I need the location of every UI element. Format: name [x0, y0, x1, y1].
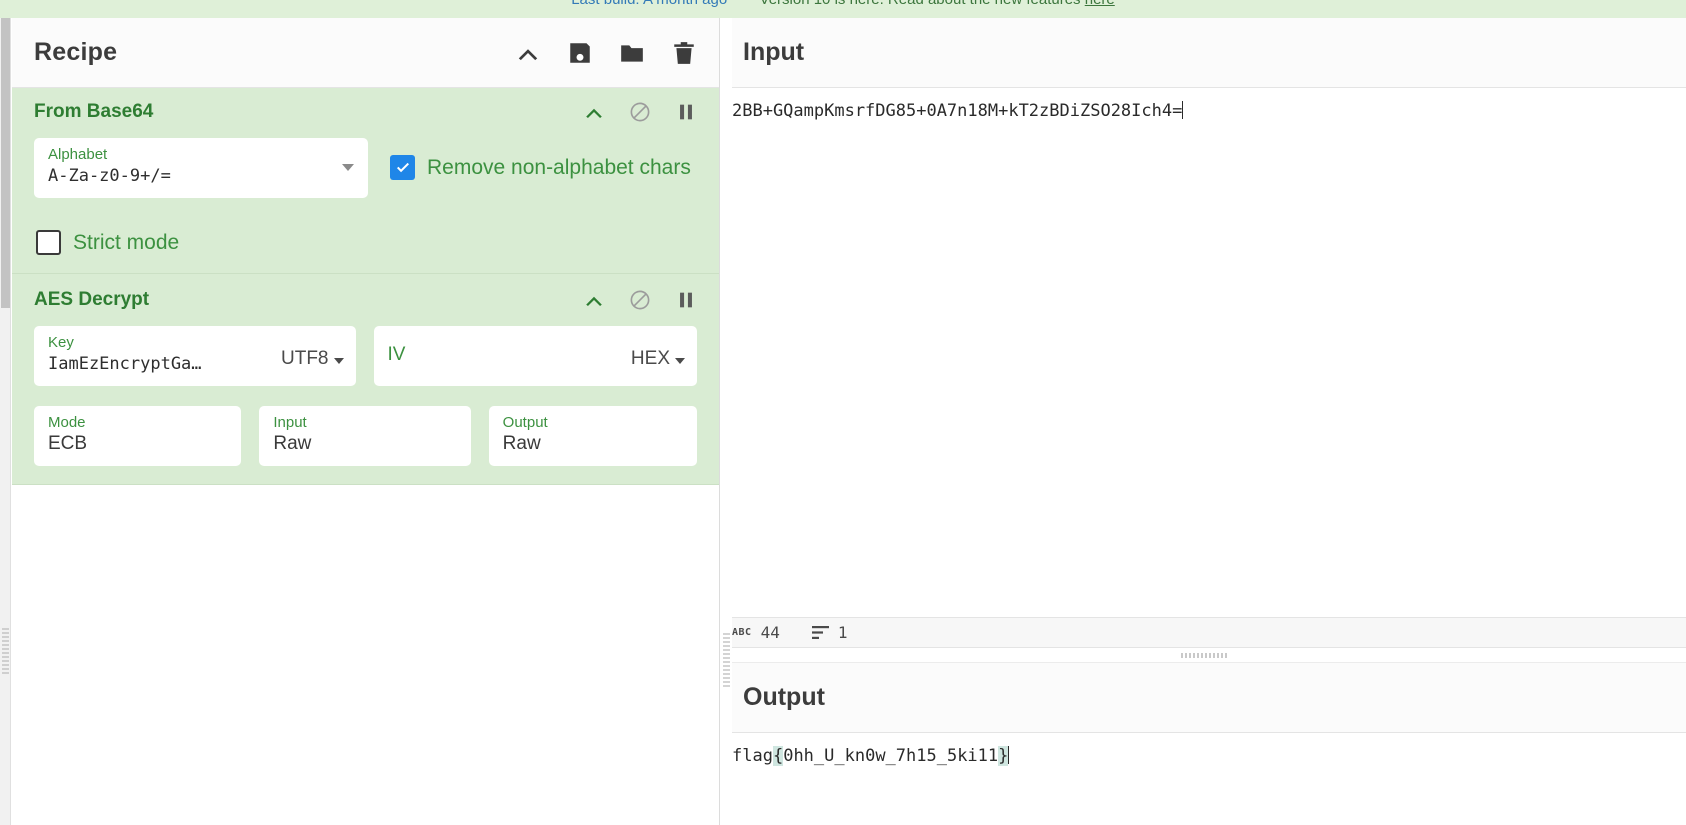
input-editor[interactable]: 2BB+GQampKmsrfDG85+0A7n18M+kT2zBDiZSO28I… [721, 88, 1686, 617]
operation-title: AES Decrypt [34, 289, 150, 310]
key-iv-row: Key IamEzEncryptGa… UTF8 IV HEX [34, 326, 697, 386]
input-value: 2BB+GQampKmsrfDG85+0A7n18M+kT2zBDiZSO28I… [732, 101, 1183, 121]
io-column: Input 2BB+GQampKmsrfDG85+0A7n18M+kT2zBDi… [721, 18, 1686, 825]
key-encoding-value: UTF8 [281, 348, 329, 369]
strict-mode-label: Strict mode [73, 230, 180, 254]
version-banner: Last build: A month ago Version 10 is he… [0, 0, 1686, 18]
checkbox-unchecked-icon[interactable] [36, 230, 61, 255]
chevron-down-icon [333, 357, 344, 364]
version-note-text: Version 10 is here. Read about the new f… [760, 0, 1081, 8]
input-length: 44 [760, 623, 780, 642]
remove-non-alphabet-checkbox[interactable]: Remove non-alphabet chars [390, 155, 691, 180]
chevron-up-icon[interactable] [583, 289, 605, 311]
output-open-brace: { [772, 746, 784, 766]
save-recipe-icon[interactable] [567, 40, 593, 66]
collapse-icon[interactable] [515, 40, 541, 66]
io-splitter[interactable] [721, 648, 1686, 662]
aes-input-label: Input [273, 414, 307, 431]
operations-scrollbar[interactable] [0, 18, 11, 825]
operation-body: Alphabet A-Za-z0-9+/= Remove non-alphabe… [12, 138, 719, 255]
alphabet-label: Alphabet [48, 146, 108, 163]
recipe-title: Recipe [34, 38, 118, 66]
io-resize-handle[interactable] [723, 633, 730, 687]
pause-icon[interactable] [675, 101, 697, 123]
strict-mode-checkbox[interactable]: Strict mode [36, 230, 697, 255]
input-lines: 1 [837, 623, 848, 642]
checkbox-checked-icon[interactable] [390, 155, 415, 180]
remove-non-alphabet-label: Remove non-alphabet chars [427, 155, 691, 179]
chevron-down-icon [675, 357, 685, 364]
mode-input-output-row: Mode ECB Input Raw Output Raw [34, 406, 697, 466]
key-field[interactable]: Key IamEzEncryptGa… UTF8 [34, 326, 356, 386]
alphabet-row: Alphabet A-Za-z0-9+/= Remove non-alphabe… [34, 138, 697, 198]
last-build-link[interactable]: Last build: A month ago [571, 0, 727, 8]
disable-circle-icon[interactable] [629, 101, 651, 123]
aes-output-value: Raw [502, 433, 541, 454]
operation-header: AES Decrypt [12, 274, 719, 326]
clear-recipe-icon[interactable] [671, 40, 697, 66]
iv-field[interactable]: IV HEX [373, 326, 697, 386]
input-status-bar: ABC 44 1 [721, 617, 1686, 648]
operation-from-base64[interactable]: From Base64 Alphabet A-Za-z0-9+/= Remove… [12, 88, 719, 274]
mode-label: Mode [48, 414, 86, 431]
abc-icon: ABC [732, 627, 752, 638]
iv-encoding-value: HEX [630, 348, 670, 369]
length-group: ABC 44 [732, 623, 780, 642]
chevron-down-icon[interactable] [342, 164, 354, 171]
splitter-grip[interactable] [1180, 653, 1227, 658]
output-close-brace: } [998, 746, 1009, 766]
operation-title: From Base64 [34, 101, 154, 122]
pause-icon[interactable] [675, 289, 697, 311]
operation-icons [583, 101, 697, 123]
aes-output-label: Output [502, 414, 548, 431]
output-title: Output [743, 683, 825, 711]
input-title: Input [743, 38, 805, 66]
pane-resize-handle[interactable] [2, 628, 9, 676]
scrollbar-thumb[interactable] [1, 18, 10, 308]
output-body: 0hh_U_kn0w_7h15_5ki11 [783, 746, 999, 766]
mode-field[interactable]: Mode ECB [34, 406, 242, 466]
alphabet-value: A-Za-z0-9+/= [48, 166, 171, 186]
output-cursor [1008, 746, 1010, 764]
input-text[interactable]: 2BB+GQampKmsrfDG85+0A7n18M+kT2zBDiZSO28I… [721, 88, 1686, 122]
io-pane-gutter [721, 18, 732, 825]
version-note-link[interactable]: here [1085, 0, 1115, 8]
load-recipe-icon[interactable] [619, 40, 645, 66]
lines-icon [811, 626, 829, 639]
iv-encoding-dropdown[interactable]: HEX [631, 348, 685, 370]
recipe-header: Recipe [12, 18, 719, 88]
chevron-up-icon[interactable] [583, 101, 605, 123]
aes-output-field[interactable]: Output Raw [488, 406, 697, 466]
disable-circle-icon[interactable] [629, 289, 651, 311]
output-pane: Output flag{0hh_U_kn0w_7h15_5ki11} [721, 662, 1686, 767]
aes-input-field[interactable]: Input Raw [259, 406, 471, 466]
operation-aes-decrypt[interactable]: AES Decrypt Key IamEzEncryptGa… UTF8 IV … [12, 274, 719, 485]
output-header: Output [721, 663, 1686, 733]
aes-input-value: Raw [273, 433, 312, 454]
key-encoding-dropdown[interactable]: UTF8 [281, 348, 344, 370]
recipe-pane: Recipe From Base64 Alphabet A-Za-z0-9+/=… [12, 18, 720, 825]
input-header: Input [721, 18, 1686, 88]
cyberchef-app: Last build: A month ago Version 10 is he… [0, 0, 1686, 825]
recipe-header-icons [515, 40, 697, 66]
operation-body: Key IamEzEncryptGa… UTF8 IV HEX Mode ECB… [12, 326, 719, 466]
operation-header: From Base64 [12, 88, 719, 136]
output-prefix: flag [732, 746, 773, 766]
lines-group: 1 [811, 623, 848, 642]
output-text[interactable]: flag{0hh_U_kn0w_7h15_5ki11} [721, 733, 1686, 767]
mode-value: ECB [48, 433, 88, 454]
alphabet-field[interactable]: Alphabet A-Za-z0-9+/= [34, 138, 368, 198]
operation-icons [583, 289, 697, 311]
text-cursor [1182, 101, 1184, 119]
